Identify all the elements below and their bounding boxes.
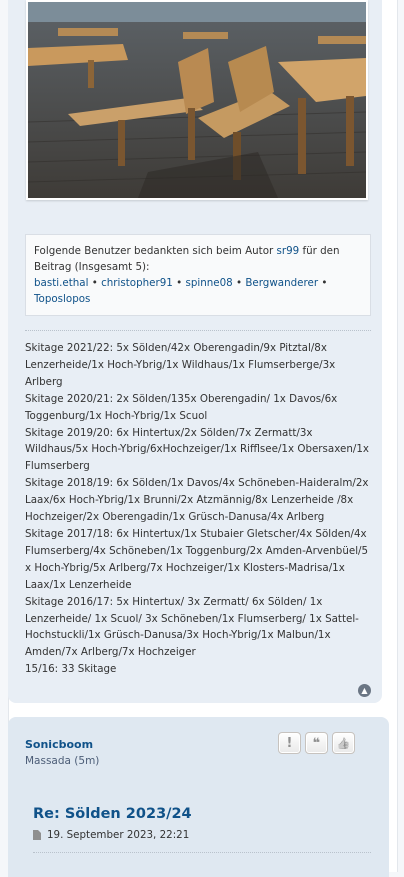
signature-line: Skitage 2017/18: 6x Hintertux/1x Stubaie… <box>25 527 367 540</box>
thanks-suffix: für den <box>299 245 340 257</box>
signature-line: Arlberg <box>25 375 63 388</box>
thanks-separator: • <box>91 277 98 289</box>
back-to-top-icon[interactable]: ▲ <box>358 684 371 697</box>
post-header-divider <box>33 852 371 853</box>
signature-line: Laax/6x Hoch-Ybrig/1x Brunni/2x Atzmänni… <box>25 494 354 507</box>
thanks-separator: • <box>321 277 328 289</box>
signature-line: 15/16: 33 Skitage <box>25 663 117 676</box>
thumbs-up-icon: 👍 <box>336 736 351 750</box>
thanks-user-link[interactable]: christopher91 <box>101 277 173 289</box>
thanks-user-link[interactable]: Toposlopos <box>34 293 90 305</box>
quote-button[interactable]: ❝ <box>305 732 328 754</box>
signature-line: Flumserberg/4x Schöneben/1x Toggenburg/2… <box>25 544 369 557</box>
signature: Skitage 2021/22: 5x Sölden/42x Oberengad… <box>25 340 371 678</box>
signature-line: x Hoch-Ybrig/5x Arlberg/7x Hochzeiger/1x… <box>25 561 345 574</box>
thanks-prefix: Folgende Benutzer bedankten sich beim Au… <box>34 245 277 257</box>
report-icon: ! <box>286 735 293 751</box>
signature-divider <box>25 330 371 331</box>
thanks-separator: • <box>236 277 243 289</box>
post-image[interactable] <box>26 0 368 200</box>
signature-line: Skitage 2018/19: 6x Sölden/1x Davos/4x S… <box>25 477 369 490</box>
signature-line: Skitage 2020/21: 2x Sölden/135x Oberenga… <box>25 392 338 405</box>
report-button[interactable]: ! <box>278 732 301 754</box>
signature-line: Hochstuckli/1x Grüsch-Danusa/3x Hoch-Ybr… <box>25 629 331 642</box>
thanks-author-link[interactable]: sr99 <box>277 245 300 257</box>
thanks-user-link[interactable]: Bergwanderer <box>245 277 318 289</box>
signature-line: Amden/7x Arlberg/7x Hochzeiger <box>25 646 196 659</box>
signature-line: Hochzeiger/2x Oberengadin/1x Grüsch-Danu… <box>25 511 325 524</box>
post-author[interactable]: Sonicboom <box>25 738 93 751</box>
signature-line: Lenzerheide/1x Hoch-Ybrig/1x Wildhaus/1x… <box>25 358 336 371</box>
author-rank: Massada (5m) <box>25 755 100 767</box>
post-date-text: 19. September 2023, 22:21 <box>47 829 190 841</box>
signature-line: Skitage 2016/17: 5x Hintertux/ 3x Zermat… <box>25 595 323 608</box>
thanks-line2: Beitrag (Insgesamt 5): <box>34 261 150 273</box>
signature-line: Skitage 2021/22: 5x Sölden/42x Oberengad… <box>25 342 327 354</box>
signature-line: Toggenburg/1x Hoch-Ybrig/1x Scuol <box>25 409 208 422</box>
file-icon <box>33 830 41 840</box>
signature-line: Wildhaus/5x Hoch-Ybrig/6xHochzeiger/1x R… <box>25 443 369 456</box>
thumbs-up-button[interactable]: 👍 <box>332 732 355 754</box>
signature-line: Laax/1x Lenzerheide <box>25 578 132 591</box>
signature-line: Lenzerheide/ 1x Scuol/ 3x Schöneben/1x F… <box>25 612 359 625</box>
thanks-box: Folgende Benutzer bedankten sich beim Au… <box>25 234 371 316</box>
post-buttons: ! ❝ 👍 <box>278 732 355 754</box>
thanks-user-link[interactable]: spinne08 <box>185 277 232 289</box>
quote-icon: ❝ <box>312 735 321 751</box>
signature-line: Flumserberg <box>25 460 90 473</box>
thanks-separator: • <box>176 277 183 289</box>
signature-line: Skitage 2019/20: 6x Hintertux/2x Sölden/… <box>25 426 313 439</box>
post-title[interactable]: Re: Sölden 2023/24 <box>33 806 192 822</box>
thanks-user-link[interactable]: basti.ethal <box>34 277 88 289</box>
post-date: 19. September 2023, 22:21 <box>33 829 189 841</box>
